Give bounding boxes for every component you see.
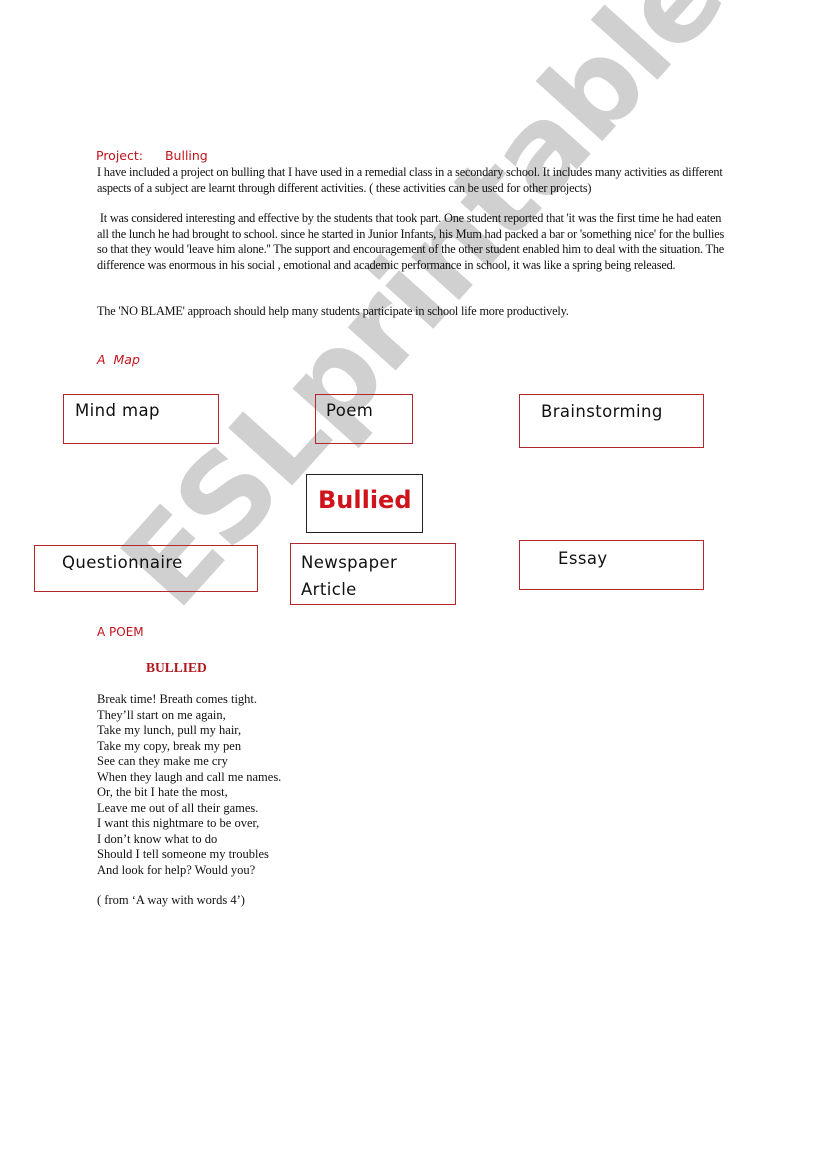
poem-line: Should I tell someone my troubles [97,847,269,861]
poem-line: Leave me out of all their games. [97,800,259,815]
map-node-label-line2: Article [301,580,357,599]
map-node-brainstorming: Brainstorming [519,394,704,448]
map-node-newspaper-article: Newspaper Article [290,543,456,605]
intro-paragraph-2: It was considered interesting and effect… [97,211,727,272]
project-name: Bulling [164,148,208,163]
map-node-label-line1: Newspaper [301,553,398,572]
poem-line: I want this nightmare to be over, [97,816,260,830]
poem-title: BULLIED [146,660,207,675]
poem-heading: A POEM [97,625,144,639]
map-center-bullied: Bullied [306,474,423,533]
project-label: Project: [96,148,143,163]
map-node-poem: Poem [315,394,413,444]
poem-line: Take my copy, break my pen [97,738,242,753]
map-node-label: Questionnaire [62,553,183,572]
map-node-label: Mind map [75,401,160,420]
poem-line: See can they make me cry [97,754,228,768]
poem-source: ( from ‘A way with words 4’) [97,893,245,907]
poem-line: Break time! Breath comes tight. [97,692,258,706]
intro-paragraph-3: The 'NO BLAME' approach should help many… [97,304,569,318]
intro-paragraph-1: I have included a project on bulling tha… [97,165,723,195]
poem-body: Break time! Breath comes tight. They’ll … [97,692,281,878]
poem-line: They’ll start on me again, [97,707,226,722]
poem-line: I don’t know what to do [97,831,218,846]
poem-line: And look for help? Would you? [97,862,256,877]
poem-line: Or, the bit I hate the most, [97,785,228,799]
project-header: Project: Bulling [96,148,208,163]
map-node-label: Brainstorming [541,402,663,421]
map-node-questionnaire: Questionnaire [34,545,258,592]
poem-line: Take my lunch, pull my hair, [97,723,242,737]
map-node-mind-map: Mind map [63,394,219,444]
map-node-essay: Essay [519,540,704,590]
map-center-label: Bullied [318,486,412,514]
map-heading: A Map [97,352,140,367]
poem-line: When they laugh and call me names. [97,769,282,784]
map-node-label: Essay [558,549,608,568]
map-node-label: Poem [326,401,374,420]
